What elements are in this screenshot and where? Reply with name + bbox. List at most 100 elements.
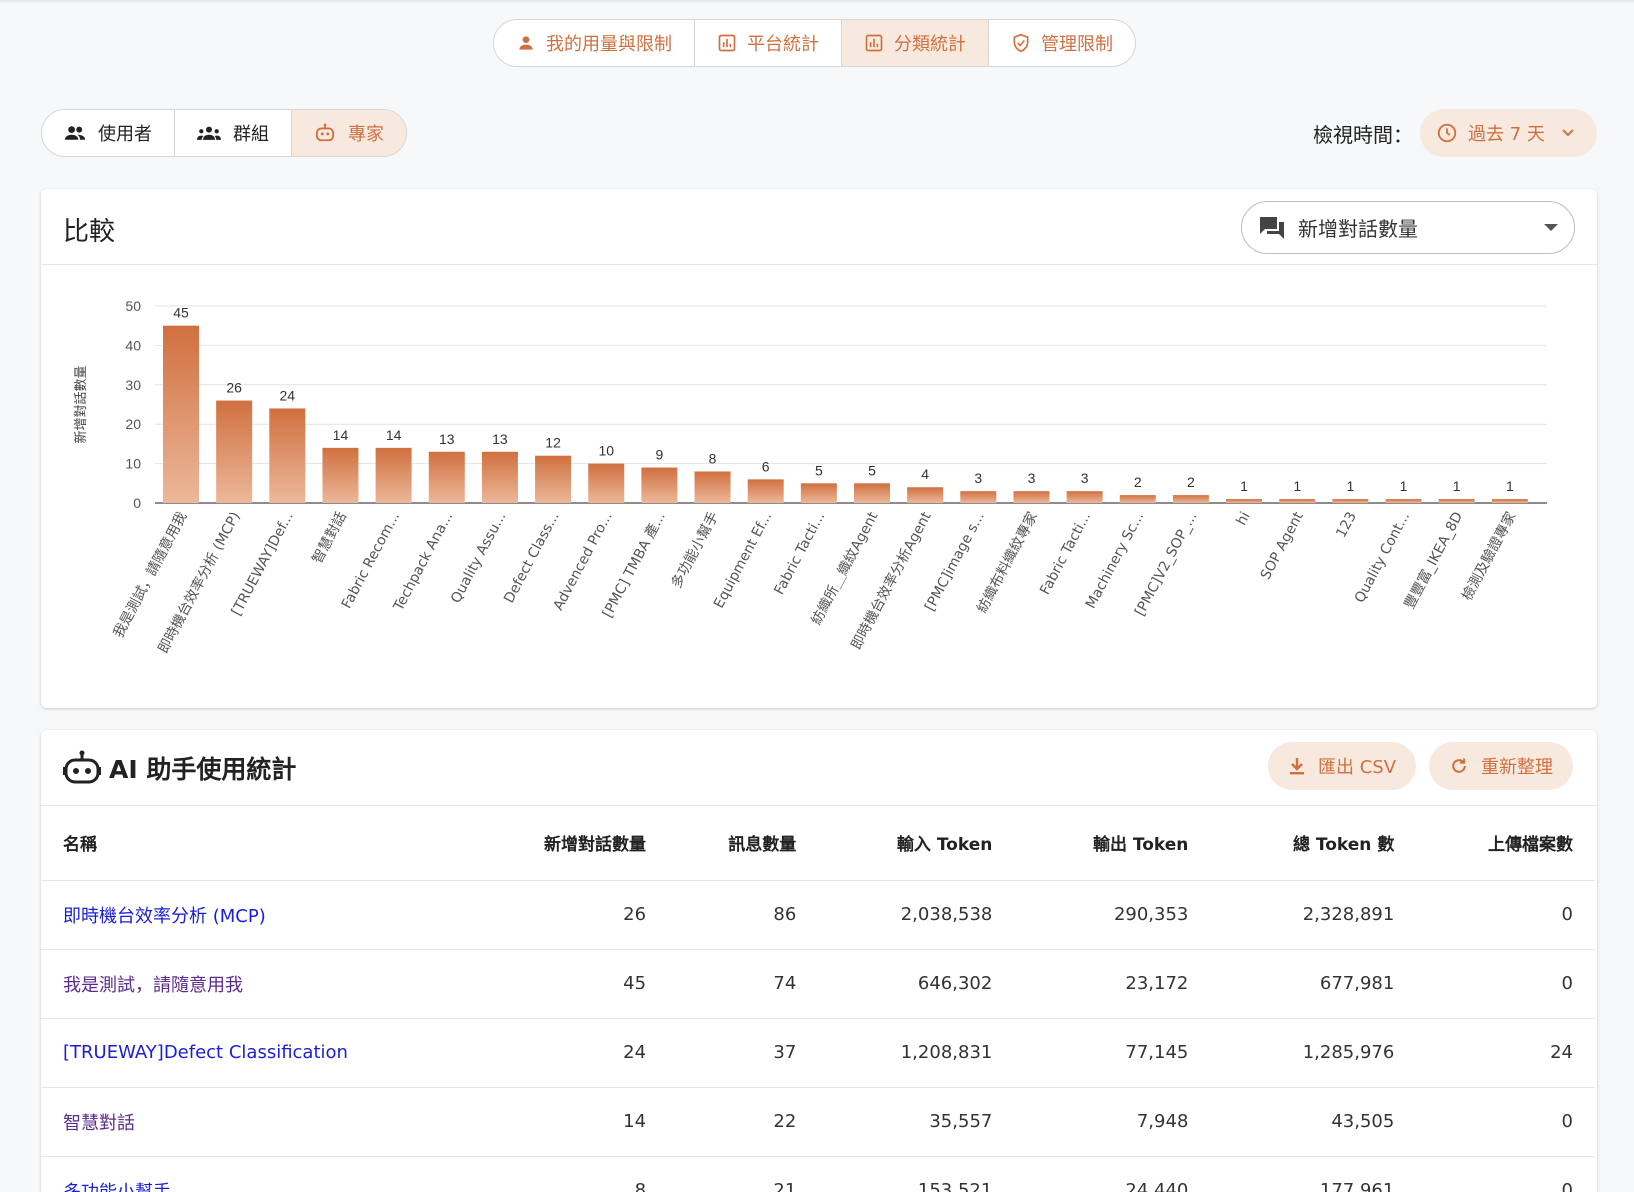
bar [1385, 499, 1422, 503]
table-header-row: 名稱 新增對話數量 訊息數量 輸入 Token 輸出 Token 總 Token… [41, 806, 1595, 881]
segment-label: 群組 [233, 124, 269, 145]
assistant-name-link[interactable]: [TRUEWAY]Defect Classification [63, 1042, 348, 1063]
column-header-input-token[interactable]: 輸入 Token [818, 806, 1015, 881]
cell-input-token: 646,302 [818, 949, 1015, 1019]
data-label: 3 [1028, 470, 1036, 486]
assistant-name-link[interactable]: 即時機台效率分析 (MCP) [63, 906, 266, 927]
cell-total-token: 43,505 [1210, 1087, 1417, 1157]
shield-icon [1011, 33, 1031, 53]
cell-input-token: 2,038,538 [818, 880, 1015, 950]
tab-my-usage[interactable]: 我的用量與限制 [494, 20, 695, 66]
data-label: 1 [1506, 478, 1514, 494]
tab-platform-stats[interactable]: 平台統計 [695, 20, 842, 66]
bar [641, 467, 678, 503]
data-label: 2 [1134, 474, 1142, 490]
data-label: 8 [709, 450, 717, 466]
bar [588, 463, 625, 503]
chevron-down-icon [1561, 128, 1575, 138]
data-label: 13 [439, 431, 455, 447]
bar [1438, 499, 1475, 503]
x-tick-label: Advenced Pro... [550, 509, 615, 613]
x-tick-label: 123 [1333, 509, 1360, 540]
bar [1066, 491, 1103, 503]
data-label: 24 [280, 387, 296, 403]
cell-total-token: 677,981 [1210, 949, 1417, 1019]
bar [269, 408, 306, 503]
bar [1013, 491, 1050, 503]
data-label: 26 [226, 380, 242, 396]
bar [428, 451, 465, 503]
data-label: 45 [173, 305, 189, 321]
cell-messages: 22 [668, 1087, 819, 1157]
person-icon [516, 33, 536, 53]
y-tick-label: 40 [125, 337, 141, 353]
assistant-name-link[interactable]: 智慧對話 [63, 1113, 135, 1134]
data-label: 14 [333, 427, 349, 443]
x-tick-label: 多功能小幫手 [668, 509, 722, 591]
bar [1226, 499, 1263, 503]
cell-output-token: 23,172 [1014, 949, 1211, 1019]
column-header-name[interactable]: 名稱 [41, 806, 461, 881]
bar [694, 471, 731, 503]
cell-input-token: 1,208,831 [818, 1018, 1015, 1088]
bar [1491, 499, 1528, 503]
data-label: 3 [1081, 470, 1089, 486]
cell-messages: 37 [668, 1018, 819, 1088]
compare-card-title: 比較 [63, 217, 116, 247]
time-range-dropdown[interactable]: 過去 7 天 [1420, 109, 1597, 157]
cell-total-token: 177,961 [1210, 1156, 1417, 1192]
segment-label: 使用者 [98, 124, 152, 145]
assistant-name-link[interactable]: 多功能小幫手 [63, 1182, 171, 1192]
bar [322, 447, 359, 503]
column-header-output-token[interactable]: 輸出 Token [1014, 806, 1211, 881]
x-tick-label: Defect Class... [501, 509, 562, 605]
cell-messages: 21 [668, 1156, 819, 1192]
tab-category-stats[interactable]: 分類統計 [842, 20, 989, 66]
cell-uploaded-files: 0 [1416, 1087, 1595, 1157]
cell-new-conversations: 14 [461, 1087, 669, 1157]
segment-experts[interactable]: 專家 [292, 110, 406, 156]
x-tick-label: Fabric Tacti... [771, 509, 828, 597]
bar [1119, 495, 1156, 503]
time-range-value: 過去 7 天 [1468, 124, 1545, 145]
x-tick-label: Fabric Tacti... [1037, 509, 1094, 597]
data-label: 10 [598, 443, 614, 459]
metric-select[interactable]: 新增對話數量 [1241, 201, 1575, 254]
ai-usage-card-header: AI 助手使用統計 匯出 CSV 重新整理 [41, 730, 1597, 806]
export-csv-button[interactable]: 匯出 CSV [1268, 742, 1417, 790]
tab-manage-limits[interactable]: 管理限制 [989, 20, 1135, 66]
x-tick-label: Quality Assu... [448, 509, 509, 606]
x-tick-label: Equipment Ef... [711, 509, 775, 611]
column-header-new-conversations[interactable]: 新增對話數量 [461, 806, 669, 881]
column-header-total-token[interactable]: 總 Token 數 [1210, 806, 1417, 881]
column-header-uploaded-files[interactable]: 上傳檔案數 [1416, 806, 1595, 881]
y-tick-label: 30 [125, 377, 141, 393]
bar [1279, 499, 1316, 503]
bar [535, 455, 572, 503]
cell-input-token: 35,557 [818, 1087, 1015, 1157]
data-label: 2 [1187, 474, 1195, 490]
assistant-name-link[interactable]: 我是測試，請隨意用我 [63, 975, 243, 996]
cell-output-token: 24,440 [1014, 1156, 1211, 1192]
table-row: 多功能小幫手 8 21 153,521 24,440 177,961 0 [41, 1156, 1595, 1192]
bar [375, 447, 412, 503]
data-label: 1 [1400, 478, 1408, 494]
refresh-button[interactable]: 重新整理 [1429, 742, 1573, 790]
data-label: 12 [545, 435, 561, 451]
tab-label: 分類統計 [894, 34, 966, 55]
bar [1332, 499, 1369, 503]
x-tick-label: Techpack Ana... [390, 509, 456, 614]
data-label: 1 [1240, 478, 1248, 494]
cell-new-conversations: 45 [461, 949, 669, 1019]
data-label: 1 [1346, 478, 1354, 494]
cell-new-conversations: 24 [461, 1018, 669, 1088]
x-tick-label: hi [1233, 509, 1253, 528]
ai-usage-card: AI 助手使用統計 匯出 CSV 重新整理 名稱 新增對話數量 訊息數量 輸入 … [41, 730, 1597, 1192]
refresh-icon [1449, 756, 1469, 776]
segment-groups[interactable]: 群組 [175, 110, 292, 156]
cell-new-conversations: 8 [461, 1156, 669, 1192]
cell-output-token: 290,353 [1014, 880, 1211, 950]
segment-users[interactable]: 使用者 [42, 110, 175, 156]
ai-usage-title: AI 助手使用統計 [109, 755, 297, 784]
column-header-messages[interactable]: 訊息數量 [668, 806, 819, 881]
